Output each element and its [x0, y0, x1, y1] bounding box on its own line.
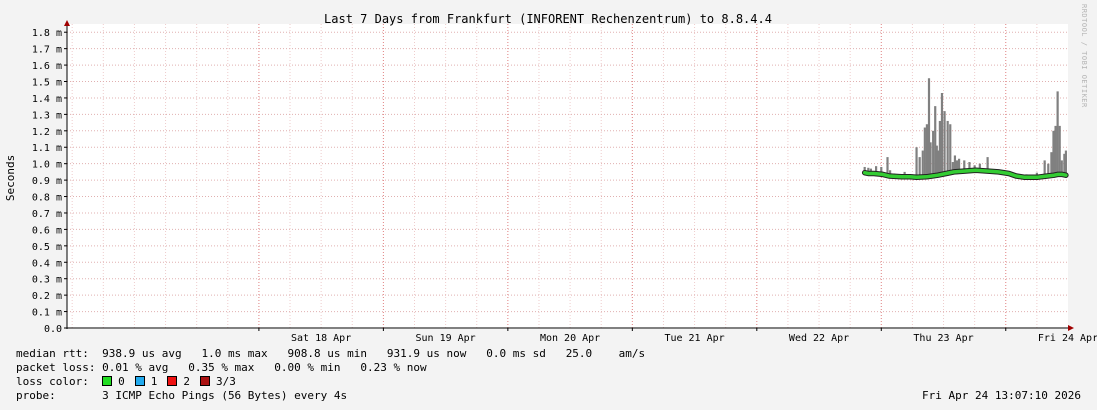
y-tick-label: 0.1 m	[32, 308, 62, 319]
y-tick-label: 0.0	[44, 324, 62, 335]
y-tick-label: 0.5 m	[32, 242, 62, 253]
x-tick-label: Thu 23 Apr	[913, 333, 973, 344]
y-tick-label: 0.8 m	[32, 193, 62, 204]
packet-loss-label: packet loss:	[16, 361, 96, 374]
y-tick-label: 0.9 m	[32, 176, 62, 187]
x-tick-label: Fri 24 Apr	[1038, 333, 1097, 344]
x-tick-label: Sun 19 Apr	[416, 333, 476, 344]
y-tick-label: 1.3 m	[32, 110, 62, 121]
y-tick-label: 0.4 m	[32, 258, 62, 269]
median-rtt-point	[930, 174, 934, 178]
median-rtt-point	[1027, 176, 1030, 179]
loss-color-item: 0	[102, 375, 125, 388]
median-rtt-point	[974, 169, 977, 172]
y-tick-label: 1.0 m	[32, 160, 62, 171]
y-tick-label: 1.2 m	[32, 127, 62, 138]
timestamp: Fri Apr 24 13:07:10 2026	[922, 389, 1081, 402]
median-rtt-point	[1036, 175, 1040, 179]
loss-color-swatch	[102, 376, 113, 386]
y-tick-label: 0.6 m	[32, 225, 62, 236]
x-tick-label: Tue 21 Apr	[664, 333, 724, 344]
rrdtool-watermark: RRDTOOL / TOBI OETIKER	[1080, 4, 1088, 108]
loss-color-label-text: 0	[118, 375, 125, 388]
y-tick-label: 0.7 m	[32, 209, 62, 220]
x-axis-arrow-icon	[1068, 325, 1074, 331]
median-rtt-point	[1056, 173, 1059, 176]
median-rtt-point	[872, 172, 876, 175]
loss-color-label: loss color:	[16, 375, 89, 388]
loss-color-swatch	[199, 376, 210, 386]
median-rtt-values: 938.9 us avg 1.0 ms max 908.8 us min 931…	[102, 347, 646, 360]
x-tick-label: Wed 22 Apr	[789, 333, 849, 344]
median-rtt-point	[1022, 175, 1026, 179]
y-tick-label: 1.4 m	[32, 94, 62, 105]
legend-loss-color: loss color: 0 1 2 3/3	[16, 375, 246, 389]
probe-value: 3 ICMP Echo Pings (56 Bytes) every 4s	[102, 389, 348, 402]
loss-color-item: 2	[167, 375, 190, 388]
legend-packet-loss: packet loss: 0.01 % avg 0.35 % max 0.00 …	[16, 361, 427, 375]
chart-title: Last 7 Days from Frankfurt (INFORENT Rec…	[324, 12, 772, 26]
median-rtt-point	[915, 175, 918, 179]
median-rtt-label: median rtt:	[16, 347, 89, 360]
median-rtt-point	[952, 170, 956, 174]
packet-loss-values: 0.01 % avg 0.35 % max 0.00 % min 0.23 % …	[102, 361, 427, 374]
median-rtt-point	[925, 175, 928, 179]
loss-color-item: 1	[134, 375, 158, 388]
median-rtt-point	[1061, 173, 1064, 176]
loss-color-label-text: 1	[150, 375, 158, 388]
y-tick-label: 1.6 m	[32, 61, 62, 72]
y-tick-label: 1.7 m	[32, 45, 62, 56]
legend-median-rtt: median rtt: 938.9 us avg 1.0 ms max 908.…	[16, 347, 645, 361]
median-rtt-point	[1046, 174, 1049, 178]
y-axis-label: Seconds	[4, 155, 17, 201]
median-rtt-point	[881, 173, 885, 176]
median-rtt-point	[900, 175, 903, 179]
loss-color-label-text: 3/3	[215, 375, 236, 388]
median-rtt-point	[1007, 172, 1011, 175]
median-rtt-point	[887, 174, 891, 178]
loss-color-swatches: 0 1 2 3/3	[102, 375, 246, 388]
median-rtt-point	[1014, 174, 1018, 178]
median-rtt-point	[936, 173, 940, 177]
y-axis-arrow-icon	[64, 20, 70, 26]
probe-label: probe:	[16, 389, 56, 402]
median-rtt-point	[863, 171, 866, 174]
y-tick-label: 1.8 m	[32, 28, 62, 39]
y-tick-label: 0.2 m	[32, 291, 62, 302]
loss-color-swatch	[134, 376, 145, 386]
loss-color-label-text: 2	[183, 375, 190, 388]
median-rtt-point	[867, 172, 870, 175]
x-tick-label: Mon 20 Apr	[540, 333, 600, 344]
y-tick-label: 1.5 m	[32, 78, 62, 89]
legend-probe: probe: 3 ICMP Echo Pings (56 Bytes) ever…	[16, 389, 347, 403]
median-rtt-point	[1052, 173, 1056, 177]
median-rtt-point	[997, 170, 1000, 174]
loss-color-swatch	[167, 376, 178, 386]
median-rtt-point	[909, 175, 912, 179]
y-tick-label: 1.1 m	[32, 143, 62, 154]
median-rtt-point	[963, 169, 966, 173]
x-tick-label: Sat 18 Apr	[291, 333, 351, 344]
median-rtt-point	[944, 172, 948, 175]
median-rtt-point	[986, 169, 990, 173]
loss-color-item: 3/3	[199, 375, 236, 388]
y-tick-label: 0.3 m	[32, 275, 62, 286]
median-rtt-point	[1064, 173, 1068, 177]
